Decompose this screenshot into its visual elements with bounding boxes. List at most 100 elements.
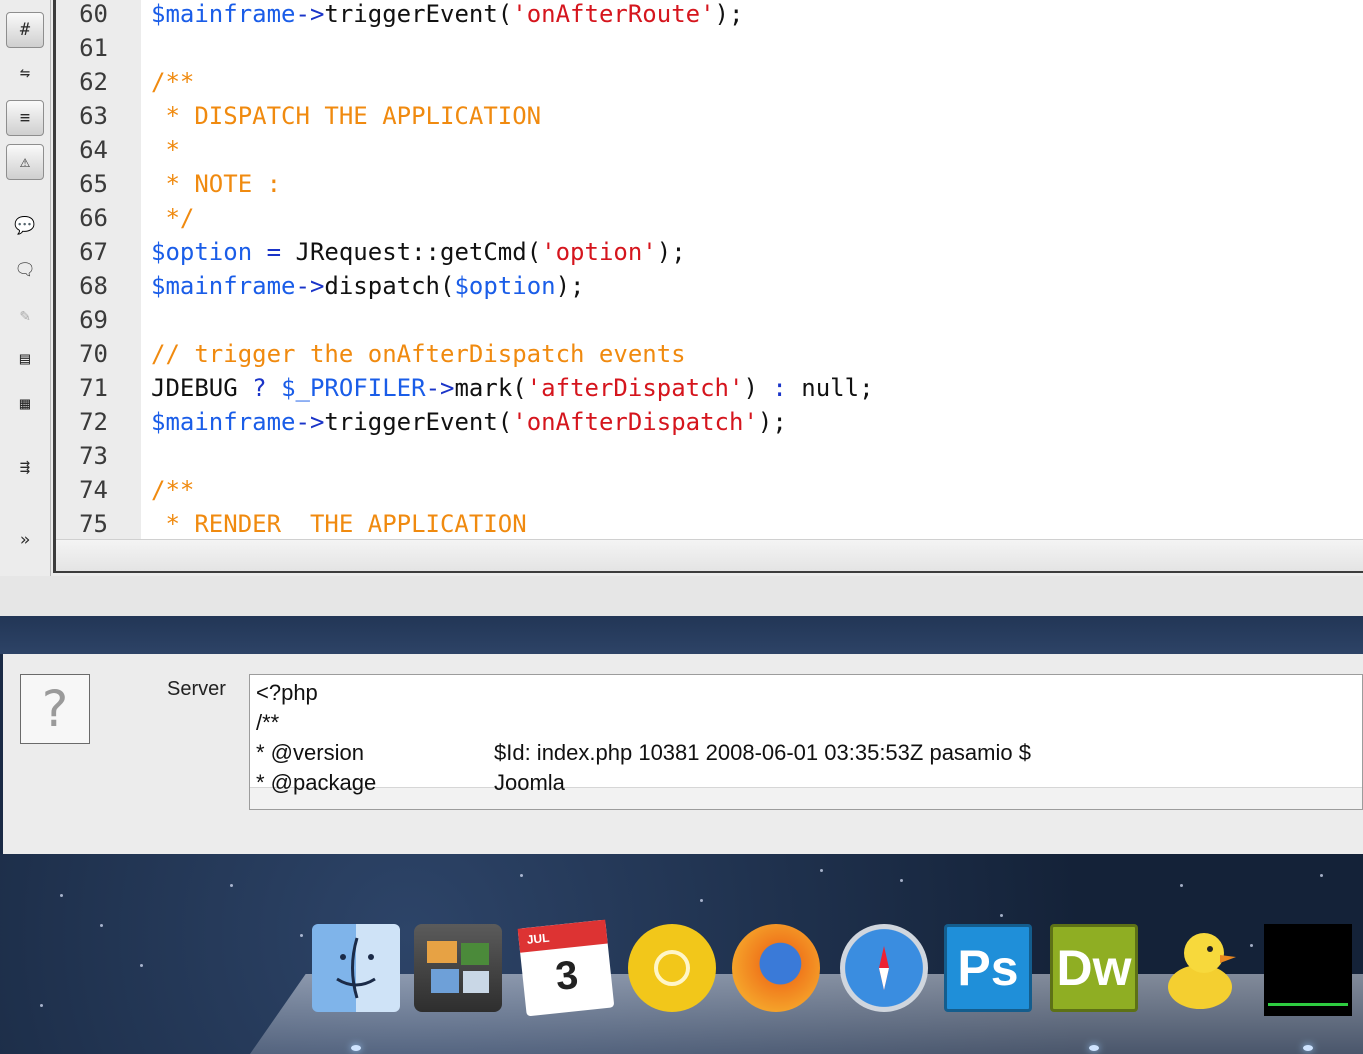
dock-area: JUL 3 Ps Dw — [0, 854, 1363, 1054]
code-line: $option = JRequest::getCmd('option'); — [151, 235, 686, 269]
code-line: /** — [151, 473, 194, 507]
server-text-line: /** — [256, 708, 279, 738]
line-number: 74 — [79, 476, 108, 504]
code-token: 'afterDispatch' — [526, 374, 744, 402]
cyberduck-dock-icon[interactable] — [1156, 924, 1244, 1012]
server-text-line: <?php — [256, 678, 318, 708]
line-numbers-icon[interactable]: # — [6, 12, 44, 48]
code-token: * — [151, 136, 180, 164]
horizontal-scrollbar[interactable] — [56, 539, 1363, 571]
line-number: 65 — [79, 170, 108, 198]
code-line: * RENDER THE APPLICATION — [151, 507, 527, 539]
code-line: JDEBUG ? $_PROFILER->mark('afterDispatch… — [151, 371, 874, 405]
desktop-star — [40, 1004, 43, 1007]
server-text-key: * @package — [256, 770, 377, 795]
code-token: * NOTE : — [151, 170, 282, 198]
code-line: $mainframe->dispatch($option); — [151, 269, 585, 303]
line-number: 75 — [79, 510, 108, 538]
code-token: * RENDER THE APPLICATION — [151, 510, 527, 538]
coding-toolbar: # ⇋ ≡ ⚠ 💬 🗨 ✎ ▤ ▦ ⇶ » — [0, 0, 51, 576]
server-text-value: $Id: index.php 10381 2008-06-01 03:35:53… — [494, 740, 1031, 765]
line-number: 70 — [79, 340, 108, 368]
code-token: /** — [151, 68, 195, 96]
code-token: -> — [295, 0, 325, 28]
code-line: // trigger the onAfterDispatch events — [151, 337, 686, 371]
code-token: $option — [454, 272, 556, 300]
code-token: 'onAfterRoute' — [512, 0, 715, 28]
server-text-line: * @version $Id: index.php 10381 2008-06-0… — [256, 738, 1031, 768]
text-field-scroll-edge — [250, 787, 1362, 809]
finder-dock-icon[interactable] — [312, 924, 400, 1012]
code-line: * — [151, 133, 180, 167]
more-tools-icon[interactable]: » — [6, 522, 44, 558]
code-token: : — [772, 374, 787, 402]
syntax-warning-icon[interactable]: ⚠ — [6, 144, 44, 180]
activity-monitor-dock-icon[interactable] — [1264, 924, 1352, 1016]
word-wrap-icon[interactable]: ≡ — [6, 100, 44, 136]
desktop-star — [700, 899, 703, 902]
server-text-key: /** — [256, 710, 280, 735]
indent-code-icon[interactable]: ⇶ — [6, 449, 44, 485]
running-indicator — [351, 1045, 361, 1051]
line-number: 69 — [79, 306, 108, 334]
move-css-icon[interactable]: ▦ — [6, 386, 44, 422]
desktop-star — [140, 964, 143, 967]
code-token: null; — [786, 374, 874, 402]
code-token: 'option' — [541, 238, 657, 266]
code-token: $option — [151, 238, 253, 266]
code-text-area[interactable]: $mainframe->triggerEvent('onAfterRoute')… — [141, 0, 1363, 539]
wrap-tag-icon[interactable]: ✎ — [6, 298, 44, 334]
desktop-star — [300, 934, 303, 937]
app-monogram: Dw — [1056, 940, 1132, 996]
server-text-field[interactable]: <?php /** * @version $Id: index.php 10381 2… — [249, 674, 1363, 810]
code-line: /** — [151, 65, 194, 99]
desktop-star — [1320, 874, 1323, 877]
line-number: 71 — [79, 374, 108, 402]
code-view[interactable]: 60 61 62 63 64 65 66 67 68 69 70 71 72 73 74 75 $mainfr… — [53, 0, 1363, 573]
code-token: triggerEvent( — [324, 0, 513, 28]
line-number: 64 — [79, 136, 108, 164]
code-token: ); — [757, 408, 787, 436]
code-token: $mainframe — [151, 408, 296, 436]
code-token: ) — [743, 374, 773, 402]
remove-comment-icon[interactable]: 🗨 — [6, 252, 44, 288]
line-number: 73 — [79, 442, 108, 470]
apply-comment-icon[interactable]: 💬 — [6, 208, 44, 244]
code-token: 'onAfterDispatch' — [512, 408, 758, 436]
desktop-star — [520, 874, 523, 877]
recent-snippets-icon[interactable]: ▤ — [6, 341, 44, 377]
highlight-invalid-code-icon[interactable]: ⇋ — [6, 55, 44, 91]
firefox-dock-icon[interactable] — [732, 924, 820, 1012]
line-number: 62 — [79, 68, 108, 96]
code-line: $mainframe->triggerEvent('onAfterDispatc… — [151, 405, 787, 439]
desktop-star — [60, 894, 63, 897]
line-number: 72 — [79, 408, 108, 436]
code-token: $mainframe — [151, 0, 296, 28]
desktop-star — [1180, 884, 1183, 887]
chrome-dock-icon[interactable] — [628, 924, 716, 1012]
desktop-star — [900, 879, 903, 882]
code-line: * DISPATCH THE APPLICATION — [151, 99, 541, 133]
code-token: /** — [151, 476, 195, 504]
code-token: $mainframe — [151, 272, 296, 300]
desktop-star — [230, 884, 233, 887]
safari-dock-icon[interactable] — [840, 924, 928, 1012]
iphoto-dock-icon[interactable] — [414, 924, 502, 1012]
property-inspector-panel: ? Server <?php /** * @version $Id: index.ph… — [3, 654, 1363, 854]
code-token: JDEBUG — [151, 374, 253, 402]
line-number: 66 — [79, 204, 108, 232]
ical-dock-icon[interactable]: JUL 3 — [517, 919, 615, 1017]
code-line: $mainframe->triggerEvent('onAfterRoute')… — [151, 0, 743, 31]
line-number: 67 — [79, 238, 108, 266]
server-text-key: <?php — [256, 680, 318, 705]
code-token: JRequest::getCmd( — [281, 238, 542, 266]
line-number-gutter: 60 61 62 63 64 65 66 67 68 69 70 71 72 73 74 75 — [56, 0, 141, 539]
dreamweaver-dock-icon[interactable]: Dw — [1050, 924, 1138, 1012]
code-line: */ — [151, 201, 194, 235]
desktop-star — [1250, 944, 1253, 947]
running-indicator — [1303, 1045, 1313, 1051]
photoshop-dock-icon[interactable]: Ps — [944, 924, 1032, 1012]
code-token: = — [266, 238, 282, 266]
code-line: * NOTE : — [151, 167, 281, 201]
help-icon[interactable]: ? — [20, 674, 90, 744]
